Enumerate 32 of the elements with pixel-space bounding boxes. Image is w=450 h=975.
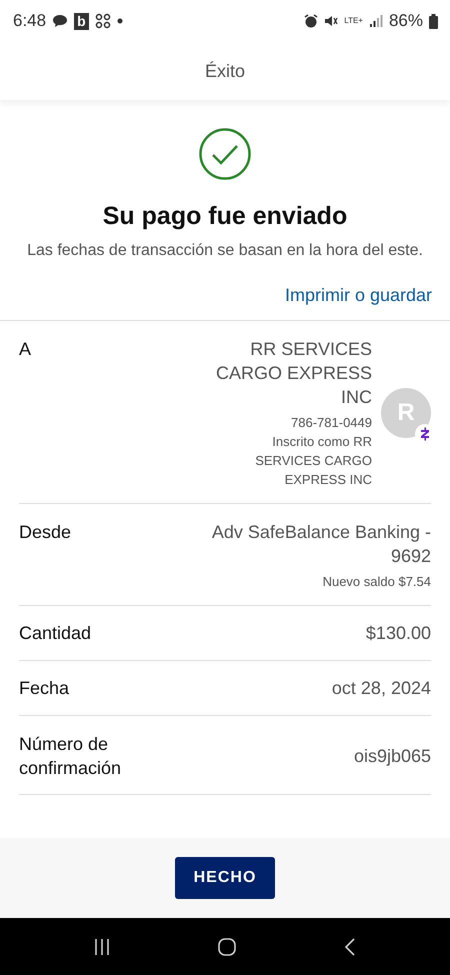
detail-label: Cantidad: [19, 622, 92, 645]
chat-icon: [52, 14, 68, 28]
dot-icon: [116, 18, 123, 24]
battery-percent: 86%: [388, 11, 423, 31]
app-badge: b: [74, 12, 89, 30]
detail-label: Desde: [19, 521, 72, 544]
detail-label: A: [19, 338, 32, 361]
detail-value: Adv SafeBalance Banking - 9692: [210, 521, 431, 568]
done-button[interactable]: HECHO: [175, 857, 275, 899]
recipient-phone: 786-781-0449: [291, 414, 372, 432]
home-icon[interactable]: [217, 936, 237, 956]
clock-time: 6:48: [13, 11, 46, 31]
mute-icon: [324, 14, 338, 28]
signal-icon: [368, 14, 383, 28]
enrolled-name: Inscrito como RR SERVICES CARGO EXPRESS INC: [254, 433, 372, 489]
network-label: LTE+: [344, 17, 363, 25]
recipient-name: RR SERVICES CARGO EXPRESS INC: [214, 338, 372, 409]
detail-value: oct 28, 2024: [332, 677, 431, 700]
recent-apps-icon[interactable]: [93, 938, 111, 956]
screen-title: Éxito: [204, 60, 246, 82]
timezone-note: Las fechas de transacción se basan en la hora del este.: [27, 241, 423, 261]
detail-value: $130.00: [366, 622, 431, 645]
new-balance: Nuevo saldo $7.54: [322, 573, 431, 591]
alarm-icon: [304, 14, 318, 28]
detail-value: ois9jb065: [354, 745, 431, 768]
battery-icon: [429, 14, 438, 28]
detail-label: Número de confirmación: [19, 733, 122, 780]
success-check-icon: [199, 128, 251, 180]
print-save-link[interactable]: Imprimir o guardar: [284, 285, 432, 306]
success-title: Su pago fue enviado: [102, 202, 348, 231]
back-icon[interactable]: [343, 936, 357, 956]
detail-label: Fecha: [19, 677, 70, 700]
